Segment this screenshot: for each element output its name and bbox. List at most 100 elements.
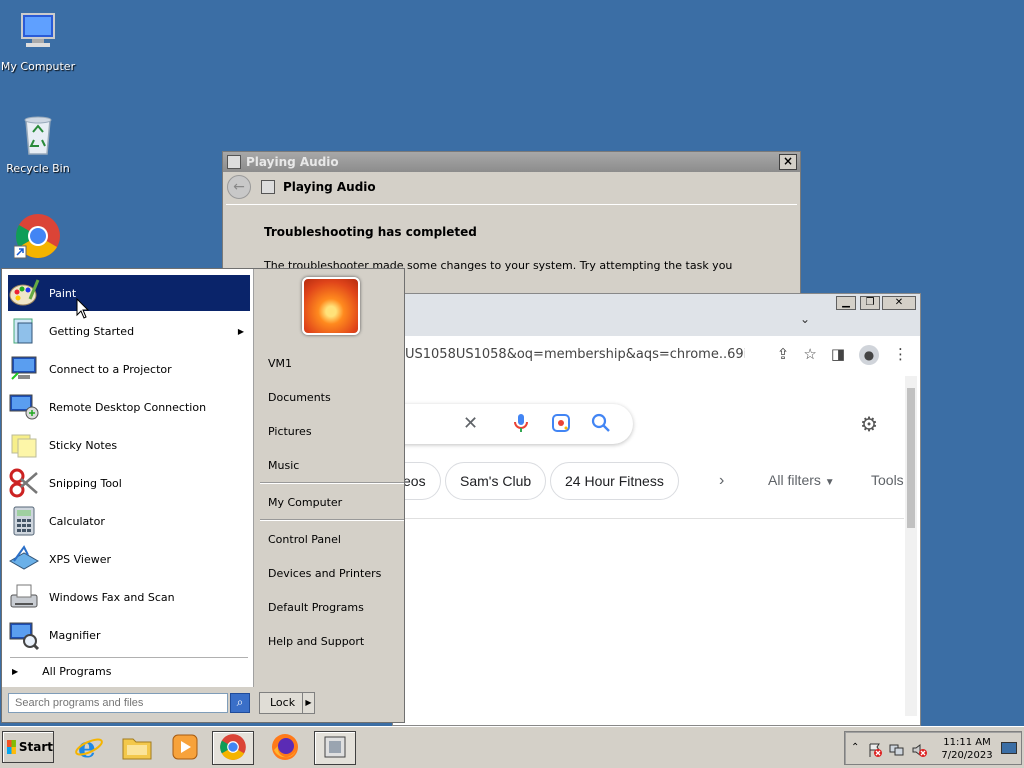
program-item-remote-desktop[interactable]: Remote Desktop Connection (8, 389, 250, 425)
place-link-devices-printers[interactable]: Devices and Printers (268, 567, 381, 580)
search-box[interactable]: ✕ (393, 404, 633, 444)
restore-button[interactable]: ❐ (860, 296, 880, 310)
program-item-getting-started[interactable]: Getting Started ▶ (8, 313, 250, 349)
vertical-scrollbar[interactable] (905, 376, 917, 716)
settings-gear-icon[interactable]: ⚙ (860, 412, 878, 436)
start-menu: Paint Getting Started ▶ Connect to a Pro… (1, 268, 405, 723)
program-label: Remote Desktop Connection (49, 400, 207, 414)
troubleshooter-icon (227, 155, 241, 169)
taskbar-app-troubleshooter[interactable] (314, 731, 356, 765)
taskbar: Start e ⌃ 11:11 AM 7/20/2023 (0, 726, 1024, 768)
search-icon[interactable] (591, 413, 611, 438)
taskbar-app-firefox[interactable] (264, 731, 306, 765)
start-button[interactable]: Start (2, 731, 54, 763)
internet-explorer-icon: e (74, 731, 104, 765)
share-icon[interactable]: ⇪ (777, 345, 790, 365)
divider (10, 657, 248, 658)
filter-chip[interactable]: Sam's Club (445, 462, 547, 500)
all-filters-button[interactable]: All filters ▼ (768, 472, 835, 488)
all-programs-button[interactable]: ▶ All Programs (12, 665, 111, 678)
user-picture-avatar[interactable] (302, 277, 360, 335)
show-desktop-icon[interactable] (1001, 742, 1017, 754)
toolbar-icons: ⇪ ☆ ◨ ● ⋮ (777, 345, 908, 365)
taskbar-app-internet-explorer[interactable]: e (68, 731, 110, 765)
action-center-flag-icon[interactable] (867, 742, 883, 761)
program-item-calculator[interactable]: Calculator (8, 503, 250, 539)
start-label: Start (18, 740, 53, 754)
tab-search-chevron-icon[interactable]: ⌄ (800, 312, 810, 326)
system-clock[interactable]: 11:11 AM 7/20/2023 (941, 736, 993, 762)
desktop-icon-label: My Computer (0, 60, 76, 73)
sticky-notes-icon (8, 429, 40, 461)
place-link-pictures[interactable]: Pictures (268, 425, 312, 438)
minimize-button[interactable]: ▁ (836, 296, 856, 310)
back-arrow-icon[interactable]: ← (227, 175, 251, 199)
program-item-sticky-notes[interactable]: Sticky Notes (8, 427, 250, 463)
program-label: Sticky Notes (49, 438, 118, 452)
tools-button[interactable]: Tools (871, 472, 904, 488)
scrollbar-thumb[interactable] (907, 388, 915, 528)
place-link-documents[interactable]: Documents (268, 391, 331, 404)
volume-muted-icon[interactable] (911, 742, 927, 761)
close-button[interactable]: × (779, 154, 797, 170)
windows-logo-icon (7, 740, 16, 754)
remote-desktop-icon (8, 391, 40, 423)
media-player-icon (170, 732, 200, 765)
triangle-right-icon: ▶ (12, 667, 19, 676)
divider (393, 518, 904, 519)
place-link-my-computer[interactable]: My Computer (268, 496, 342, 509)
filter-chip[interactable]: 24 Hour Fitness (550, 462, 679, 500)
firefox-icon (270, 732, 300, 765)
search-icon[interactable]: ⌕ (230, 693, 250, 713)
chips-next-chevron-icon[interactable]: › (719, 472, 724, 490)
taskbar-app-windows-explorer[interactable] (116, 731, 158, 765)
place-link-default-programs[interactable]: Default Programs (268, 601, 364, 614)
desktop-icon-my-computer[interactable]: My Computer (0, 8, 76, 73)
desktop-icon-chrome[interactable] (0, 212, 76, 264)
taskbar-app-chrome[interactable] (212, 731, 254, 765)
program-label: XPS Viewer (49, 552, 112, 566)
program-item-paint[interactable]: Paint (8, 275, 250, 311)
desktop-icon-label: Recycle Bin (6, 162, 70, 175)
clear-x-icon[interactable]: ✕ (463, 413, 478, 434)
projector-icon (8, 353, 40, 385)
computer-icon (14, 8, 62, 56)
side-panel-icon[interactable]: ◨ (831, 345, 845, 365)
lock-button[interactable]: Lock ▶ (259, 692, 315, 714)
address-bar-row: US1058US1058&oq=membership&aqs=chrome..6… (393, 336, 920, 374)
url-text[interactable]: US1058US1058&oq=membership&aqs=chrome..6… (405, 347, 745, 362)
place-link-user[interactable]: VM1 (268, 357, 292, 370)
place-link-music[interactable]: Music (268, 459, 299, 472)
close-button[interactable]: ✕ (882, 296, 916, 310)
taskbar-app-media-player[interactable] (164, 731, 206, 765)
profile-avatar-icon[interactable]: ● (859, 345, 879, 365)
place-link-help-support[interactable]: Help and Support (268, 635, 364, 648)
mic-icon[interactable] (513, 413, 529, 438)
shutdown-options-arrow-icon[interactable]: ▶ (302, 693, 314, 713)
clock-date: 7/20/2023 (941, 750, 993, 761)
start-menu-places: VM1 Documents Pictures Music My Computer… (256, 269, 404, 687)
program-label: Getting Started (49, 324, 135, 338)
troubleshooter-nav: ← Playing Audio (223, 172, 800, 202)
show-hidden-icons-chevron-icon[interactable]: ⌃ (851, 742, 859, 753)
program-item-connect-projector[interactable]: Connect to a Projector (8, 351, 250, 387)
place-link-control-panel[interactable]: Control Panel (268, 533, 341, 546)
troubleshooter-titlebar[interactable]: Playing Audio × (223, 152, 800, 172)
lens-icon[interactable] (551, 413, 571, 438)
network-icon[interactable] (889, 742, 905, 761)
program-label: Snipping Tool (49, 476, 122, 490)
start-search-input[interactable] (8, 693, 228, 713)
lock-label: Lock (270, 696, 296, 709)
bookmark-star-icon[interactable]: ☆ (803, 345, 816, 365)
program-item-xps-viewer[interactable]: XPS Viewer (8, 541, 250, 577)
program-item-magnifier[interactable]: Magnifier (8, 617, 250, 653)
program-item-fax-scan[interactable]: Windows Fax and Scan (8, 579, 250, 615)
program-item-snipping-tool[interactable]: Snipping Tool (8, 465, 250, 501)
windows-explorer-icon (121, 733, 153, 764)
program-label: Connect to a Projector (49, 362, 172, 376)
menu-kebab-icon[interactable]: ⋮ (893, 345, 908, 365)
window-title: Playing Audio (246, 155, 339, 169)
desktop-icon-recycle-bin[interactable]: Recycle Bin (0, 110, 76, 175)
chrome-tab-strip[interactable]: ▁ ❐ ✕ ⌄ (393, 294, 920, 336)
nav-title: Playing Audio (283, 180, 376, 194)
